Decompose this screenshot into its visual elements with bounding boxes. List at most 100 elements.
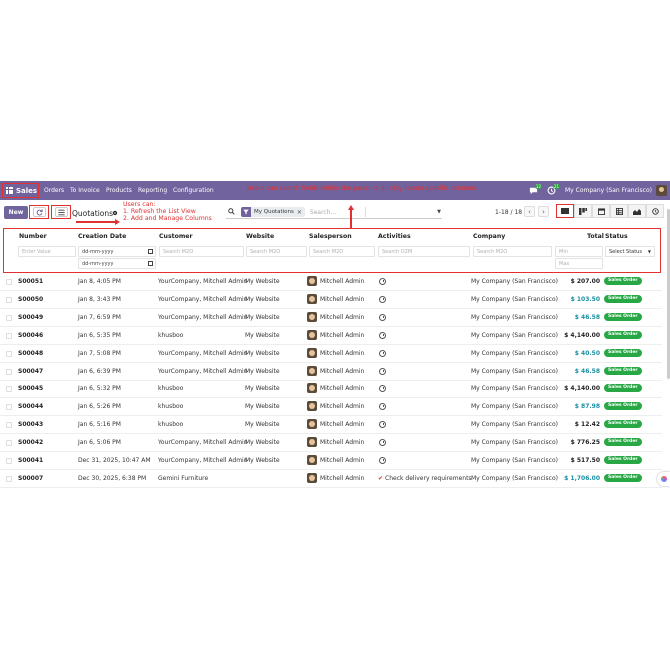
row-checkbox[interactable] [6,440,12,447]
customer-filter-input[interactable]: Search M2O [159,246,244,257]
row-checkbox[interactable] [6,314,12,321]
column-header-total[interactable]: Total [587,233,604,240]
table-row[interactable]: S00007 Dec 30, 2025, 6:38 PM Gemini Furnit… [0,470,662,488]
column-header-creation-date[interactable]: Creation Date [78,233,126,240]
table-row[interactable]: S00045 Jan 6, 5:32 PM khusboo My Website Mit… [0,380,662,399]
table-row[interactable]: S00046 Jan 6, 5:35 PM khusboo My Website Mit… [0,327,662,345]
menu-to-invoice[interactable]: To Invoice [70,187,100,194]
graph-view-button[interactable] [628,204,646,218]
table-row[interactable]: S00043 Jan 6, 5:16 PM khusboo My Website Mit… [0,416,662,435]
row-checkbox[interactable] [6,368,12,375]
row-checkbox[interactable] [6,404,12,411]
order-number: S00044 [18,403,44,411]
kanban-view-button[interactable] [574,204,592,218]
total-max-input[interactable]: Max [555,258,603,269]
row-checkbox[interactable] [6,350,12,357]
table-row[interactable]: S00050 Jan 8, 3:43 PM YourCompany, Mitchel… [0,291,662,309]
company-filter-input[interactable]: Search M2O [473,246,552,257]
table-row[interactable]: S00048 Jan 7, 5:08 PM YourCompany, Mitchel… [0,345,662,363]
column-header-website[interactable]: Website [246,233,274,240]
activity-clock-icon[interactable] [379,331,386,339]
salesperson-filter-input[interactable]: Search M2O [309,246,375,257]
company-name: My Company (San Francisco) [471,349,558,357]
calendar-view-button[interactable] [592,204,610,218]
activity-view-button[interactable] [646,204,664,218]
search-input[interactable]: Search... [310,209,336,216]
activity-clock-icon[interactable] [379,295,386,303]
activity-clock-icon[interactable] [379,403,386,411]
pager-next-button[interactable]: › [538,206,549,217]
table-row[interactable]: S00047 Jan 6, 6:39 PM YourCompany, Mitchel… [0,363,662,381]
order-total: $ 776.25 [570,439,600,447]
company-switcher[interactable]: My Company (San Francisco) [565,187,652,194]
row-checkbox[interactable] [6,296,12,303]
row-checkbox[interactable] [6,422,12,429]
number-filter-input[interactable]: Enter Value [18,246,76,257]
column-header-customer[interactable]: Customer [159,233,193,240]
activity-clock-icon[interactable] [379,439,386,447]
activity-clock-icon[interactable] [379,457,386,464]
activity-clock-icon[interactable] [379,385,386,393]
menu-products[interactable]: Products [106,187,132,194]
table-row[interactable]: S00044 Jan 6, 5:26 PM khusboo My Website Mit… [0,398,662,417]
gear-icon[interactable] [112,210,118,218]
refresh-button[interactable] [29,205,49,219]
activity-clock-icon[interactable] [379,313,386,321]
pager-previous-button[interactable]: ‹ [524,206,535,217]
order-number: S00041 [18,457,44,464]
activity-clock-icon[interactable] [379,278,386,285]
status-filter-select[interactable]: Select Status ▼ [605,246,655,257]
row-checkbox[interactable] [6,458,12,464]
activity-clock-icon[interactable] [379,367,386,375]
menu-orders[interactable]: Orders [44,187,64,194]
app-menu-button[interactable]: Sales [2,183,39,198]
page-title: Quotations [72,209,114,218]
website-filter-input[interactable]: Search M2O [246,246,307,257]
new-button[interactable]: New [4,206,28,219]
date-to-input[interactable]: dd-mm-yyyy [78,258,156,269]
user-avatar[interactable] [656,185,667,196]
column-header-number[interactable]: Number [19,233,47,240]
chevron-down-icon[interactable]: ▼ [437,209,441,215]
activity-summary[interactable]: ✔ Check delivery requirements [378,475,472,482]
row-checkbox[interactable] [6,475,12,482]
company-name: My Company (San Francisco) [471,457,558,464]
table-row[interactable]: S00042 Jan 6, 5:06 PM YourCompany, Mitchel… [0,434,662,453]
table-row[interactable]: S00051 Jan 8, 4:05 PM YourCompany, Mitchel… [0,273,662,291]
menu-configuration[interactable]: Configuration [173,187,214,194]
list-view-button[interactable] [556,204,574,218]
manage-columns-button[interactable] [51,205,71,219]
calendar-icon[interactable] [148,249,153,254]
customer-name: YourCompany, Mitchell Admin [158,295,248,303]
row-checkbox[interactable] [6,279,12,285]
table-row[interactable]: S00049 Jan 7, 6:59 PM YourCompany, Mitchel… [0,309,662,327]
table-row[interactable]: S00041 Dec 31, 2025, 10:47 AM YourCompany,… [0,452,662,470]
row-checkbox[interactable] [6,386,12,393]
column-header-salesperson[interactable]: Salesperson [309,233,352,240]
customer-name: YourCompany, Mitchell Admin [158,278,248,285]
activity-clock-icon[interactable] [379,421,386,429]
salesperson-avatar [307,276,317,286]
assistant-button[interactable] [657,472,670,486]
column-header-activities[interactable]: Activities [378,233,411,240]
pivot-view-button[interactable] [610,204,628,218]
activities-icon[interactable]: 21 [547,184,560,195]
status-badge: Sales Order [604,330,642,339]
filter-facet[interactable]: My Quotations ✕ [241,207,305,217]
date-from-input[interactable]: dd-mm-yyyy [78,246,156,257]
menu-reporting[interactable]: Reporting [138,187,167,194]
activity-clock-icon[interactable] [379,349,386,357]
column-header-company[interactable]: Company [473,233,505,240]
search-bar[interactable]: My Quotations ✕ Search... ▼ [226,206,442,219]
salesperson-avatar [307,293,317,304]
pager-value[interactable]: 1-18 / 18 [495,209,522,216]
messages-icon[interactable]: 12 [529,184,542,195]
activities-filter-input[interactable]: Search O2M [378,246,470,257]
creation-date: Dec 31, 2025, 10:47 AM [78,457,151,464]
customer-name: YourCompany, Mitchell Admin [158,367,248,375]
total-min-input[interactable]: Min [555,246,603,257]
close-icon[interactable]: ✕ [297,209,305,216]
row-checkbox[interactable] [6,332,12,339]
column-header-status[interactable]: Status [605,233,628,240]
calendar-icon[interactable] [148,261,153,266]
